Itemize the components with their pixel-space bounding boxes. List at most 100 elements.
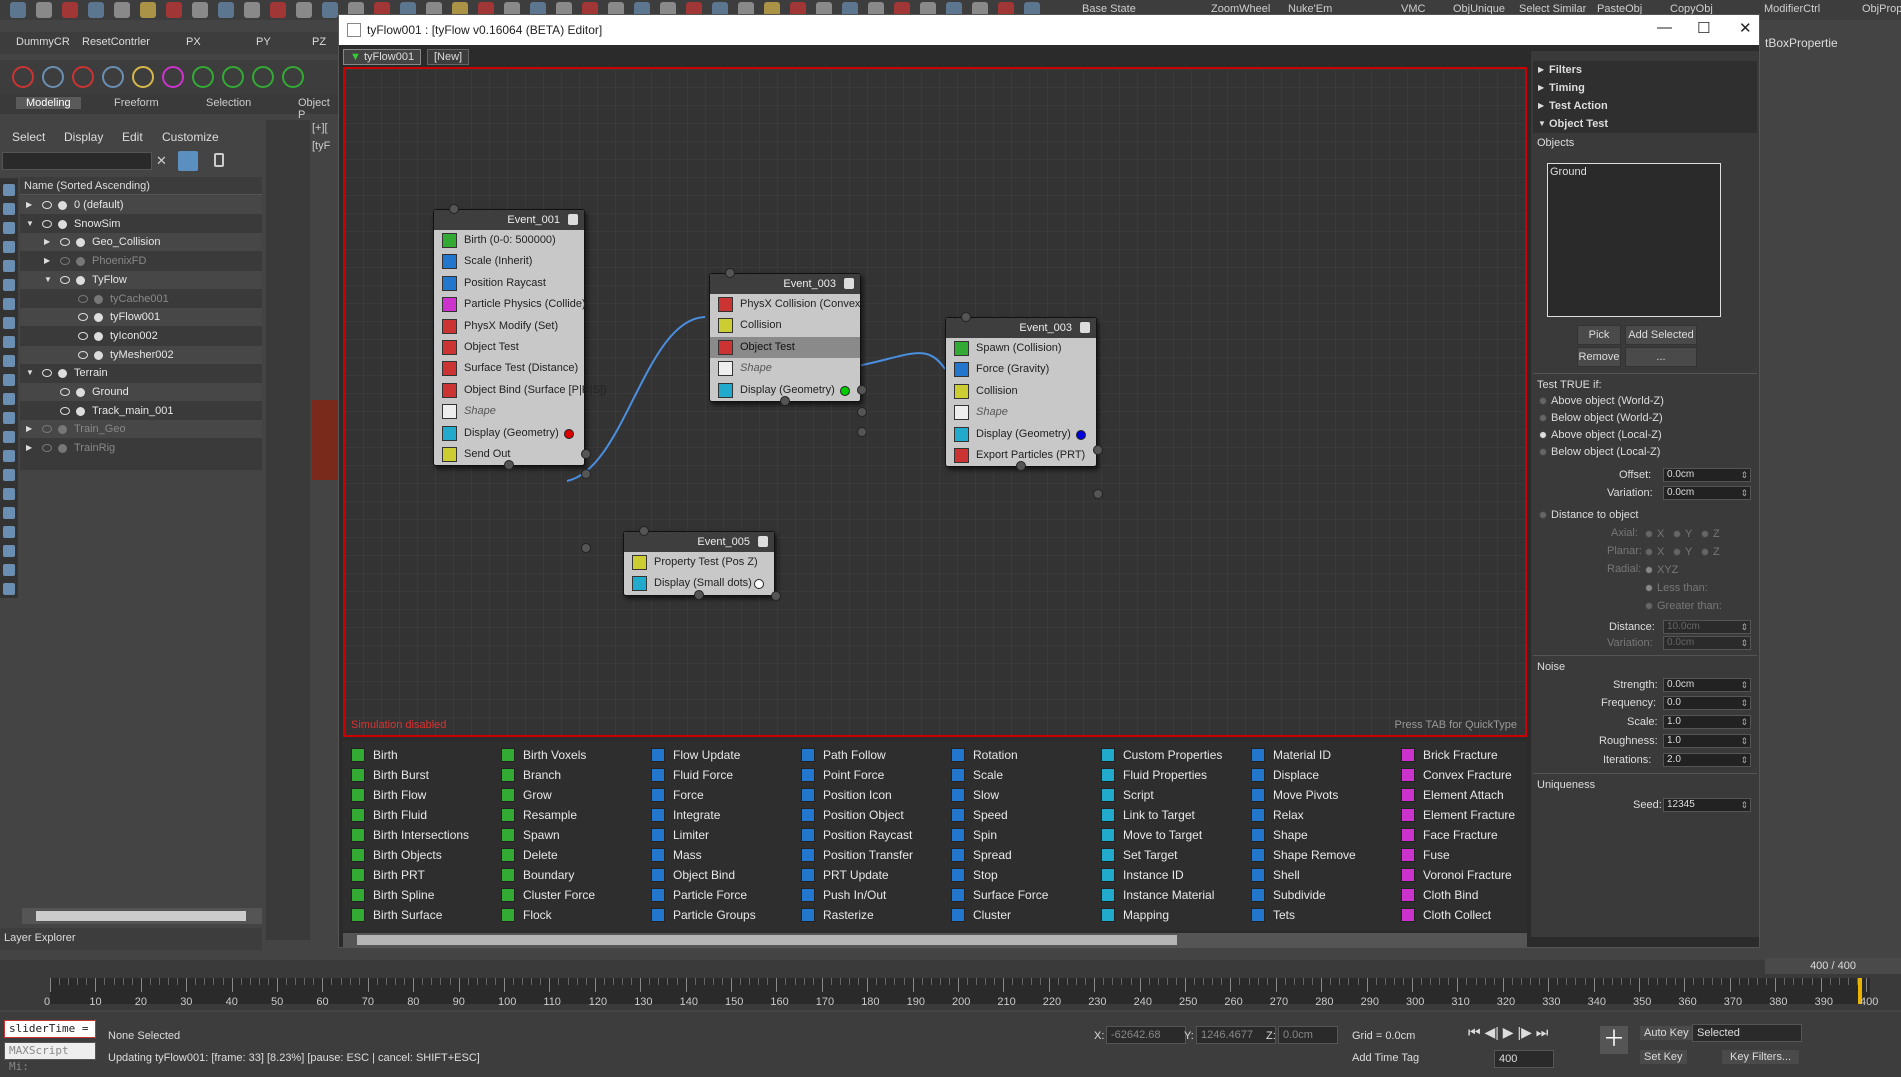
test-radio[interactable] — [1539, 414, 1547, 422]
operator-output-port[interactable] — [1093, 445, 1103, 455]
palette-operator[interactable]: Material ID — [1247, 745, 1356, 765]
palette-operator[interactable]: Birth Fluid — [347, 805, 469, 825]
tree-row[interactable]: ▶ 0 (default) — [20, 196, 262, 214]
palette-operator[interactable]: Custom Properties — [1097, 745, 1222, 765]
frame-counter[interactable]: 400 / 400 — [1765, 958, 1901, 974]
scene-search-input[interactable] — [2, 152, 152, 170]
display-color-dot[interactable] — [754, 579, 764, 590]
event-input-port[interactable] — [694, 589, 704, 600]
palette-operator[interactable]: Cloth Collect — [1397, 905, 1515, 925]
transform-tool-icon[interactable] — [282, 66, 304, 88]
tree-row[interactable]: ▼ TyFlow — [20, 270, 262, 289]
test-radio[interactable] — [1539, 431, 1547, 439]
distance-radio[interactable] — [1539, 511, 1547, 519]
operator-row[interactable]: PhysX Collision (Convex) — [710, 294, 864, 315]
add-key-icon[interactable]: ＋ — [1600, 1026, 1628, 1054]
layer-explorer-bar[interactable]: Layer Explorer — [0, 928, 262, 950]
operator-row[interactable]: Shape — [434, 401, 584, 422]
palette-operator[interactable]: Spawn — [497, 825, 595, 845]
palette-operator[interactable]: Particle Force — [647, 885, 756, 905]
palette-operator[interactable]: Fuse — [1397, 845, 1515, 865]
event-input-port[interactable] — [961, 312, 971, 322]
render-dot-icon[interactable] — [94, 313, 103, 323]
toolbar-item[interactable]: ObjProp — [1862, 3, 1901, 15]
operator-row[interactable]: Display (Geometry) — [434, 423, 584, 444]
viewport-label[interactable]: [+][ — [312, 122, 328, 134]
toolbar-item[interactable]: ModifierCtrl — [1764, 3, 1820, 15]
auto-key-button[interactable]: Auto Key — [1640, 1026, 1693, 1040]
greater-than-radio[interactable] — [1645, 602, 1653, 610]
palette-operator[interactable]: Boundary — [497, 865, 595, 885]
node-pin-icon[interactable] — [1080, 322, 1090, 333]
operator-row[interactable]: Collision — [710, 315, 860, 336]
operator-output-port[interactable] — [1093, 489, 1103, 499]
visibility-eye-icon[interactable] — [78, 313, 88, 322]
ribbon-tab[interactable]: Selection — [206, 97, 251, 109]
render-dot-icon[interactable] — [76, 257, 85, 267]
expand-icon[interactable]: ▶ — [44, 252, 50, 270]
display-color-dot[interactable] — [1076, 429, 1086, 440]
tree-row[interactable]: Track_main_001 — [20, 402, 262, 420]
palette-operator[interactable]: Shape Remove — [1247, 845, 1356, 865]
palette-operator[interactable]: Instance Material — [1097, 885, 1222, 905]
minimize-icon[interactable]: — — [1657, 19, 1672, 36]
operator-output-port[interactable] — [771, 591, 781, 601]
toolbar-icon[interactable] — [166, 2, 182, 18]
node-pin-icon[interactable] — [758, 536, 768, 547]
maximize-icon[interactable]: ☐ — [1697, 19, 1710, 37]
strength-spinner[interactable]: 0.0cm — [1663, 678, 1751, 692]
explorer-tool-icon[interactable] — [3, 393, 15, 405]
palette-operator[interactable]: Fluid Force — [647, 765, 756, 785]
palette-operator[interactable]: Flock — [497, 905, 595, 925]
visibility-eye-icon[interactable] — [60, 257, 70, 266]
palette-operator[interactable]: Rotation — [947, 745, 1048, 765]
palette-operator[interactable]: Position Transfer — [797, 845, 913, 865]
toolbar-item-extra[interactable]: tBoxPropertie — [1765, 36, 1838, 50]
add-selected-button[interactable]: Add Selected — [1625, 325, 1697, 345]
palette-operator[interactable]: Instance ID — [1097, 865, 1222, 885]
display-color-dot[interactable] — [564, 428, 574, 439]
scene-menu-item[interactable]: Select — [12, 130, 45, 144]
palette-operator[interactable]: Face Fracture — [1397, 825, 1515, 845]
explorer-tool-icon[interactable] — [3, 488, 15, 500]
render-dot-icon[interactable] — [58, 201, 67, 210]
palette-operator[interactable]: Spin — [947, 825, 1048, 845]
collapse-icon[interactable]: ▼ — [26, 215, 34, 233]
toolbar-icon[interactable] — [140, 2, 156, 18]
tree-row[interactable]: tyCache001 — [20, 290, 262, 308]
toolbar-icon[interactable] — [296, 2, 312, 18]
transform-tool-icon[interactable] — [72, 66, 94, 88]
ribbon-tab[interactable]: Modeling — [16, 97, 81, 109]
visibility-eye-icon[interactable] — [78, 294, 88, 303]
palette-operator[interactable]: Set Target — [1097, 845, 1222, 865]
toolbar-icon[interactable] — [88, 2, 104, 18]
transform-tool-icon[interactable] — [162, 66, 184, 88]
scale-spinner[interactable]: 1.0 — [1663, 715, 1751, 729]
palette-operator[interactable]: Link to Target — [1097, 805, 1222, 825]
ribbon-tab[interactable]: Object P — [298, 97, 340, 121]
palette-operator[interactable]: PRT Update — [797, 865, 913, 885]
palette-operator[interactable]: Stop — [947, 865, 1048, 885]
expand-icon[interactable]: ▶ — [44, 233, 50, 251]
palette-scrollbar[interactable] — [343, 933, 1527, 947]
palette-operator[interactable]: Birth Burst — [347, 765, 469, 785]
collapse-icon[interactable]: ▼ — [26, 364, 34, 382]
test-radio[interactable] — [1539, 397, 1547, 405]
toolbar-icon[interactable] — [36, 2, 52, 18]
y-field[interactable]: 1246.4677 — [1196, 1026, 1276, 1044]
palette-operator[interactable]: Displace — [1247, 765, 1356, 785]
planar-x-radio[interactable] — [1645, 548, 1653, 556]
palette-operator[interactable]: Surface Force — [947, 885, 1048, 905]
operator-output-port[interactable] — [581, 543, 591, 553]
palette-operator[interactable]: Move Pivots — [1247, 785, 1356, 805]
palette-operator[interactable]: Shell — [1247, 865, 1356, 885]
event-input-port[interactable] — [725, 268, 735, 278]
add-time-tag[interactable]: Add Time Tag — [1352, 1052, 1419, 1064]
palette-operator[interactable]: Flow Update — [647, 745, 756, 765]
remove-button[interactable]: Remove — [1577, 347, 1621, 367]
render-dot-icon[interactable] — [76, 388, 85, 397]
palette-operator[interactable]: Integrate — [647, 805, 756, 825]
operator-row[interactable]: Surface Test (Distance) — [434, 358, 584, 379]
render-dot-icon[interactable] — [58, 369, 67, 379]
slider-time-field[interactable]: sliderTime = — [4, 1020, 96, 1038]
